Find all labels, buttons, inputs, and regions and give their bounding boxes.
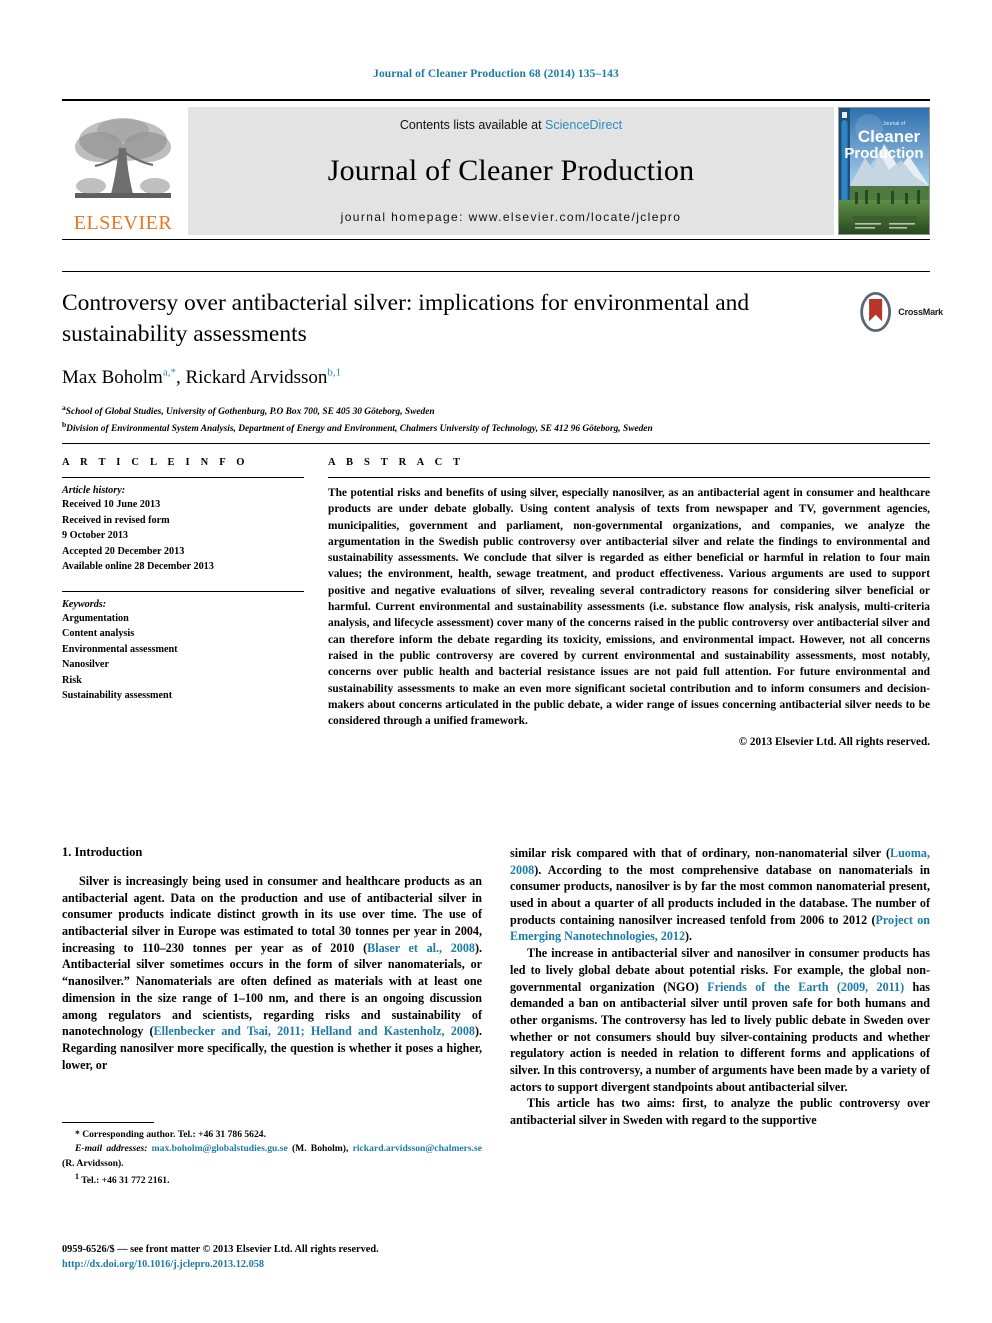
svg-text:Production: Production bbox=[844, 145, 923, 162]
affiliation-b: bDivision of Environmental System Analys… bbox=[62, 419, 842, 436]
abstract-copyright: © 2013 Elsevier Ltd. All rights reserved… bbox=[738, 736, 930, 749]
elsevier-logo: ELSEVIER bbox=[62, 107, 184, 235]
keyword-item: Argumentation bbox=[62, 612, 129, 624]
contents-lists-line: Contents lists available at ScienceDirec… bbox=[400, 118, 622, 132]
journal-cover-thumbnail: Journal of Cleaner Production bbox=[838, 107, 930, 235]
article-info-heading: A R T I C L E I N F O bbox=[62, 457, 249, 468]
keyword-item: Environmental assessment bbox=[62, 643, 178, 655]
masthead-bottom-rule bbox=[62, 239, 930, 240]
paragraph-text: ). bbox=[685, 929, 693, 944]
paper-page: Journal of Cleaner Production 68 (2014) … bbox=[0, 0, 992, 1323]
masthead-center-panel: Contents lists available at ScienceDirec… bbox=[188, 107, 834, 235]
affiliation-list: aSchool of Global Studies, University of… bbox=[62, 402, 842, 436]
history-item: Available online 28 December 2013 bbox=[62, 561, 214, 572]
title-top-rule bbox=[62, 271, 930, 272]
running-head: Journal of Cleaner Production 68 (2014) … bbox=[373, 68, 619, 80]
contents-prefix: Contents lists available at bbox=[399, 118, 546, 132]
body-column-right: similar risk compared with that of ordin… bbox=[510, 845, 930, 1129]
footnotes-block: * Corresponding author. Tel.: +46 31 786… bbox=[62, 1122, 482, 1189]
info-abstract-region: A R T I C L E I N F O Article history: R… bbox=[62, 457, 930, 748]
body-columns: 1. Introduction Silver is increasingly b… bbox=[62, 845, 930, 1129]
footnote-marker-1: 1 bbox=[75, 1172, 79, 1182]
elsevier-tree-icon bbox=[75, 118, 171, 198]
author-2-affiliation-marker[interactable]: b,1 bbox=[327, 367, 341, 379]
abstract-rule bbox=[328, 477, 930, 478]
journal-masthead: ELSEVIER Contents lists available at Sci… bbox=[62, 99, 930, 235]
paragraph-intro-1: Silver is increasingly being used in con… bbox=[62, 873, 482, 1073]
footnote-emails: E-mail addresses: max.boholm@globalstudi… bbox=[62, 1142, 482, 1171]
cover-art: Journal of Cleaner Production bbox=[839, 108, 929, 234]
paragraph-text: has demanded a ban on antibacterial silv… bbox=[510, 979, 930, 1094]
affiliation-a-text: School of Global Studies, University of … bbox=[65, 406, 435, 417]
history-item: 9 October 2013 bbox=[62, 530, 129, 541]
crossmark-label: CrossMark bbox=[898, 307, 943, 317]
article-info-column: A R T I C L E I N F O Article history: R… bbox=[62, 457, 304, 748]
footnote-corresponding-author: * Corresponding author. Tel.: +46 31 786… bbox=[75, 1129, 266, 1140]
body-column-left: 1. Introduction Silver is increasingly b… bbox=[62, 845, 482, 1129]
footnote-tel-text: Tel.: +46 31 772 2161. bbox=[81, 1175, 170, 1187]
elsevier-wordmark: ELSEVIER bbox=[73, 212, 173, 234]
affiliation-b-text: Division of Environmental System Analysi… bbox=[66, 424, 653, 435]
keyword-item: Sustainability assessment bbox=[62, 690, 173, 701]
section-heading-introduction: 1. Introduction bbox=[62, 845, 143, 859]
abstract-heading: A B S T R A C T bbox=[328, 457, 465, 468]
page-title: Controversy over antibacterial silver: i… bbox=[62, 290, 750, 347]
issn-copyright-line: 0959-6526/$ — see front matter © 2013 El… bbox=[62, 1244, 379, 1255]
article-info-rule bbox=[62, 477, 304, 478]
history-item: Received 10 June 2013 bbox=[62, 499, 161, 510]
title-block: Controversy over antibacterial silver: i… bbox=[62, 288, 842, 436]
keywords-heading: Keywords: bbox=[62, 598, 107, 610]
keywords-list: Argumentation Content analysis Environme… bbox=[62, 611, 304, 704]
email-owner-2: (R. Arvidsson). bbox=[62, 1157, 124, 1169]
paragraph-intro-1-cont: similar risk compared with that of ordin… bbox=[510, 845, 930, 945]
abstract-column: A B S T R A C T The potential risks and … bbox=[328, 457, 930, 748]
sciencedirect-link[interactable]: ScienceDirect bbox=[545, 118, 622, 132]
crossmark-badge[interactable]: CrossMark bbox=[857, 288, 943, 336]
keyword-item: Content analysis bbox=[62, 628, 135, 639]
keyword-item: Nanosilver bbox=[62, 659, 109, 670]
article-history-heading: Article history: bbox=[62, 485, 126, 496]
affiliation-a: aSchool of Global Studies, University of… bbox=[62, 402, 842, 419]
footnote-tel: 1 Tel.: +46 31 772 2161. bbox=[62, 1171, 482, 1189]
paragraph-intro-3: This article has two aims: first, to ana… bbox=[510, 1096, 930, 1127]
svg-text:Cleaner: Cleaner bbox=[858, 127, 921, 146]
email-owner-1: (M. Boholm), bbox=[291, 1143, 349, 1155]
citation-link[interactable]: Ellenbecker and Tsai, 2011; Helland and … bbox=[154, 1024, 475, 1038]
email-link-1[interactable]: max.boholm@globalstudies.gu.se bbox=[152, 1143, 288, 1154]
journal-title: Journal of Cleaner Production bbox=[327, 154, 695, 187]
footnote-rule bbox=[62, 1122, 154, 1123]
author-list: Max Boholma,*, Rickard Arvidssonb,1 bbox=[62, 366, 342, 389]
history-item: Accepted 20 December 2013 bbox=[62, 545, 185, 557]
email-link-2[interactable]: rickard.arvidsson@chalmers.se bbox=[353, 1143, 482, 1154]
doi-link[interactable]: http://dx.doi.org/10.1016/j.jclepro.2013… bbox=[62, 1258, 542, 1273]
keyword-item: Risk bbox=[62, 674, 82, 686]
citation-link[interactable]: Friends of the Earth (2009, 2011) bbox=[707, 980, 904, 994]
abstract-text: The potential risks and benefits of usin… bbox=[328, 487, 930, 728]
info-top-rule bbox=[62, 443, 930, 444]
document-footer: 0959-6526/$ — see front matter © 2013 El… bbox=[62, 1243, 542, 1273]
crossmark-icon bbox=[860, 291, 892, 333]
article-history-list: Received 10 June 2013 Received in revise… bbox=[62, 497, 304, 575]
author-name-2: Rickard Arvidsson bbox=[185, 367, 328, 389]
paragraph-text: similar risk compared with that of ordin… bbox=[510, 846, 891, 860]
email-addresses-label: E-mail addresses: bbox=[75, 1143, 148, 1155]
keywords-rule bbox=[62, 590, 304, 592]
paragraph-intro-2: The increase in antibacterial silver and… bbox=[510, 945, 930, 1095]
journal-homepage-link[interactable]: journal homepage: www.elsevier.com/locat… bbox=[341, 210, 682, 224]
citation-link[interactable]: Blaser et al., 2008 bbox=[367, 941, 475, 955]
author-name-1: Max Boholm bbox=[62, 367, 163, 389]
paragraph-text: ). According to the most comprehensive d… bbox=[510, 862, 930, 927]
author-1-affiliation-marker[interactable]: a,* bbox=[163, 367, 176, 379]
history-item: Received in revised form bbox=[62, 514, 170, 526]
